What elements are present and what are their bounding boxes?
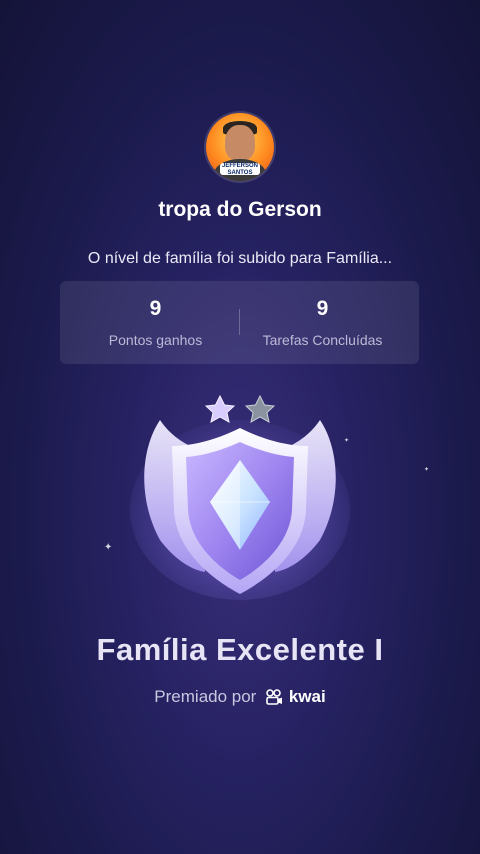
badge-stars [204, 394, 276, 423]
stats-panel: 9 Pontos ganhos 9 Tarefas Concluídas [60, 281, 419, 364]
avatar-face [225, 125, 255, 161]
family-level-badge [130, 394, 350, 600]
level-up-message: O nível de família foi subido para Famíl… [87, 250, 393, 267]
stat-points-label: Pontos ganhos [108, 332, 203, 348]
avatar-tag-line2: SANTOS [227, 170, 253, 176]
sparkle-icon: ✦ [424, 467, 430, 473]
stat-tasks: 9 Tarefas Concluídas [233, 281, 412, 364]
stat-points-value: 9 [149, 297, 162, 320]
avatar-tag-line1: JEFFERSON [221, 163, 258, 169]
family-name: tropa do Gerson [158, 198, 322, 221]
badge-title: Família Excelente I [96, 632, 384, 667]
stat-points: 9 Pontos ganhos [66, 281, 245, 364]
awarded-by: Premiado por kwai [0, 687, 480, 707]
kwai-logo-icon [266, 689, 283, 705]
star-empty-icon [244, 394, 276, 423]
awarded-by-prefix: Premiado por [154, 687, 257, 706]
stat-tasks-label: Tarefas Concluídas [262, 332, 383, 348]
sparkle-icon: ✦ [104, 542, 113, 553]
awarded-by-brand: kwai [288, 687, 326, 706]
avatar[interactable]: JEFFERSON SANTOS [206, 113, 274, 181]
avatar-name-tag: JEFFERSON SANTOS [220, 163, 260, 176]
star-filled-icon [204, 394, 236, 423]
stat-tasks-value: 9 [316, 297, 329, 320]
